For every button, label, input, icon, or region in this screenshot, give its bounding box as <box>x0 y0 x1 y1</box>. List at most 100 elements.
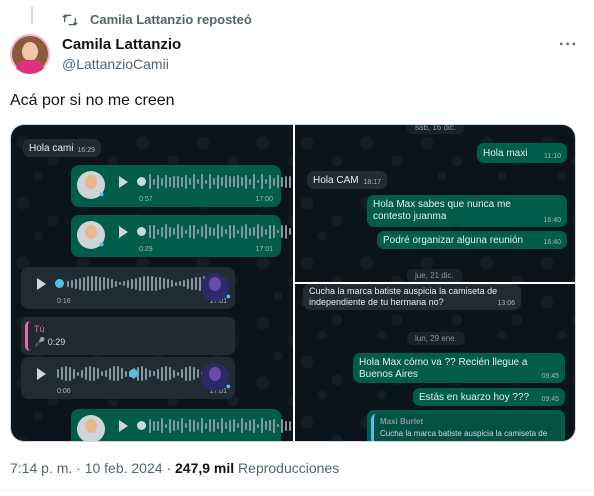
waveform-bar <box>165 366 167 381</box>
waveform-bar <box>233 225 235 238</box>
waveform-bar <box>109 367 111 380</box>
waveform-bar <box>95 276 97 291</box>
waveform-bar <box>221 226 223 237</box>
waveform-bar <box>265 421 267 430</box>
voice-note[interactable] <box>71 409 291 441</box>
tweet-meta: 7:14 p. m. · 10 feb. 2024 · 247,9 mil Re… <box>10 460 339 476</box>
waveform-bar <box>193 224 195 239</box>
repost-icon <box>62 13 78 26</box>
waveform-bar <box>277 230 279 233</box>
waveform-bar <box>193 419 195 432</box>
reply-bubble[interactable]: Maxi Burlet Cucha la marca batiste auspi… <box>367 410 565 441</box>
waveform-bar <box>153 178 155 185</box>
waveform-bar <box>197 179 199 184</box>
waveform-bar <box>185 229 187 234</box>
waveform-bar <box>163 278 165 289</box>
waveform-bar <box>177 421 179 430</box>
waveform-bar <box>265 179 267 184</box>
play-icon[interactable] <box>119 176 128 188</box>
profile-photo <box>77 415 105 441</box>
waveform-bar <box>285 420 287 431</box>
seek-dot[interactable] <box>137 177 146 186</box>
waveform-bar <box>123 281 125 286</box>
play-icon[interactable] <box>119 226 128 238</box>
waveform-bar <box>165 175 167 188</box>
waveform-bar <box>149 370 151 377</box>
view-count: 247,9 mil <box>175 460 235 476</box>
incoming-message: Hola cami 16:29 <box>23 139 101 157</box>
waveform-bar <box>195 277 197 290</box>
waveform-bar <box>245 224 247 239</box>
outgoing-message: Estás en kuarzo hoy ??? 09:45 <box>413 388 565 406</box>
waveform-bar <box>99 276 101 291</box>
waveform-bar <box>65 366 67 381</box>
waveform-bar <box>245 174 247 189</box>
voice-note[interactable]: 0:16 17:01 ● <box>21 267 235 309</box>
waveform-bar <box>197 229 199 234</box>
waveform-bar <box>237 423 239 428</box>
voice-time: 17:01 <box>255 246 273 253</box>
waveform-bar <box>153 371 155 376</box>
waveform-bar <box>233 176 235 187</box>
voice-duration: 0:06 <box>57 388 71 395</box>
waveform-bar <box>57 369 59 378</box>
divider <box>0 490 594 491</box>
voice-note[interactable]: ● 0:29 17:01 <box>71 215 291 257</box>
voice-note[interactable]: 0:06 17:01 ● <box>21 357 235 399</box>
date-chip: lun, 29 ene. <box>407 332 465 345</box>
waveform-bar <box>189 366 191 381</box>
waveform-bar <box>83 276 85 291</box>
voice-note[interactable]: ● 0:57 17:00 <box>71 165 291 207</box>
chat-screenshot-3[interactable]: Cucha la marca batiste auspicia la camis… <box>295 284 575 441</box>
waveform-bar <box>173 369 175 378</box>
seek-dot[interactable] <box>137 421 146 430</box>
waveform-bar <box>253 174 255 189</box>
waveform-bar <box>71 279 73 288</box>
seek-dot[interactable] <box>129 369 138 378</box>
quoted-message[interactable]: Maxi Burlet Cucha la marca batiste auspi… <box>371 414 561 441</box>
waveform-bar <box>201 174 203 189</box>
seek-dot[interactable] <box>55 279 64 288</box>
author-handle[interactable]: @LattanzioCamii <box>62 56 169 72</box>
waveform-bar <box>179 281 181 286</box>
tweet-media[interactable]: Hola cami 16:29 ● 0:57 17:00 ● 0:29 17:0… <box>10 124 576 442</box>
waveform <box>149 418 293 433</box>
voice-duration: 0:57 <box>139 196 153 203</box>
waveform-bar <box>241 177 243 186</box>
waveform-bar <box>107 278 109 289</box>
seek-dot[interactable] <box>137 227 146 236</box>
repost-label: Camila Lattanzio reposteó <box>90 12 252 27</box>
waveform-bar <box>79 277 81 290</box>
tweet-timestamp[interactable]: 7:14 p. m. · 10 feb. 2024 · <box>10 460 175 476</box>
chat-screenshot-1[interactable]: Hola cami 16:29 ● 0:57 17:00 ● 0:29 17:0… <box>11 125 293 441</box>
waveform-bar <box>221 418 223 433</box>
outgoing-message: Podré organizar alguna reunión 16:40 <box>377 231 567 249</box>
tweet-text: Acá por si no me creen <box>10 92 175 109</box>
waveform-bar <box>237 175 239 188</box>
waveform-bar <box>229 224 231 239</box>
waveform-bar <box>159 277 161 290</box>
date-chip: jue, 21 dic. <box>407 269 462 282</box>
waveform-bar <box>161 366 163 381</box>
chat-screenshot-2[interactable]: sáb, 16 dic. Hola maxi 11:10 Hola CAM 18… <box>295 125 575 282</box>
waveform-bar <box>119 282 121 285</box>
waveform-bar <box>177 175 179 188</box>
waveform-bar <box>149 418 151 433</box>
quoted-message[interactable]: Tú 🎤 0:29 <box>25 321 231 351</box>
waveform-bar <box>157 228 159 235</box>
reply-bubble[interactable]: Tú 🎤 0:29 <box>21 317 235 355</box>
play-icon[interactable] <box>37 278 46 290</box>
waveform-bar <box>213 227 215 236</box>
waveform-bar <box>205 422 207 429</box>
waveform <box>149 224 293 239</box>
more-icon[interactable]: ··· <box>559 36 578 54</box>
waveform-bar <box>161 226 163 237</box>
play-icon[interactable] <box>37 368 46 380</box>
author-name[interactable]: Camila Lattanzio <box>62 36 181 53</box>
repost-header[interactable]: Camila Lattanzio reposteó <box>62 12 252 27</box>
waveform-bar <box>61 367 63 380</box>
waveform-bar <box>173 420 175 431</box>
play-icon[interactable] <box>119 420 128 432</box>
avatar[interactable] <box>10 34 50 74</box>
waveform-bar <box>253 418 255 433</box>
